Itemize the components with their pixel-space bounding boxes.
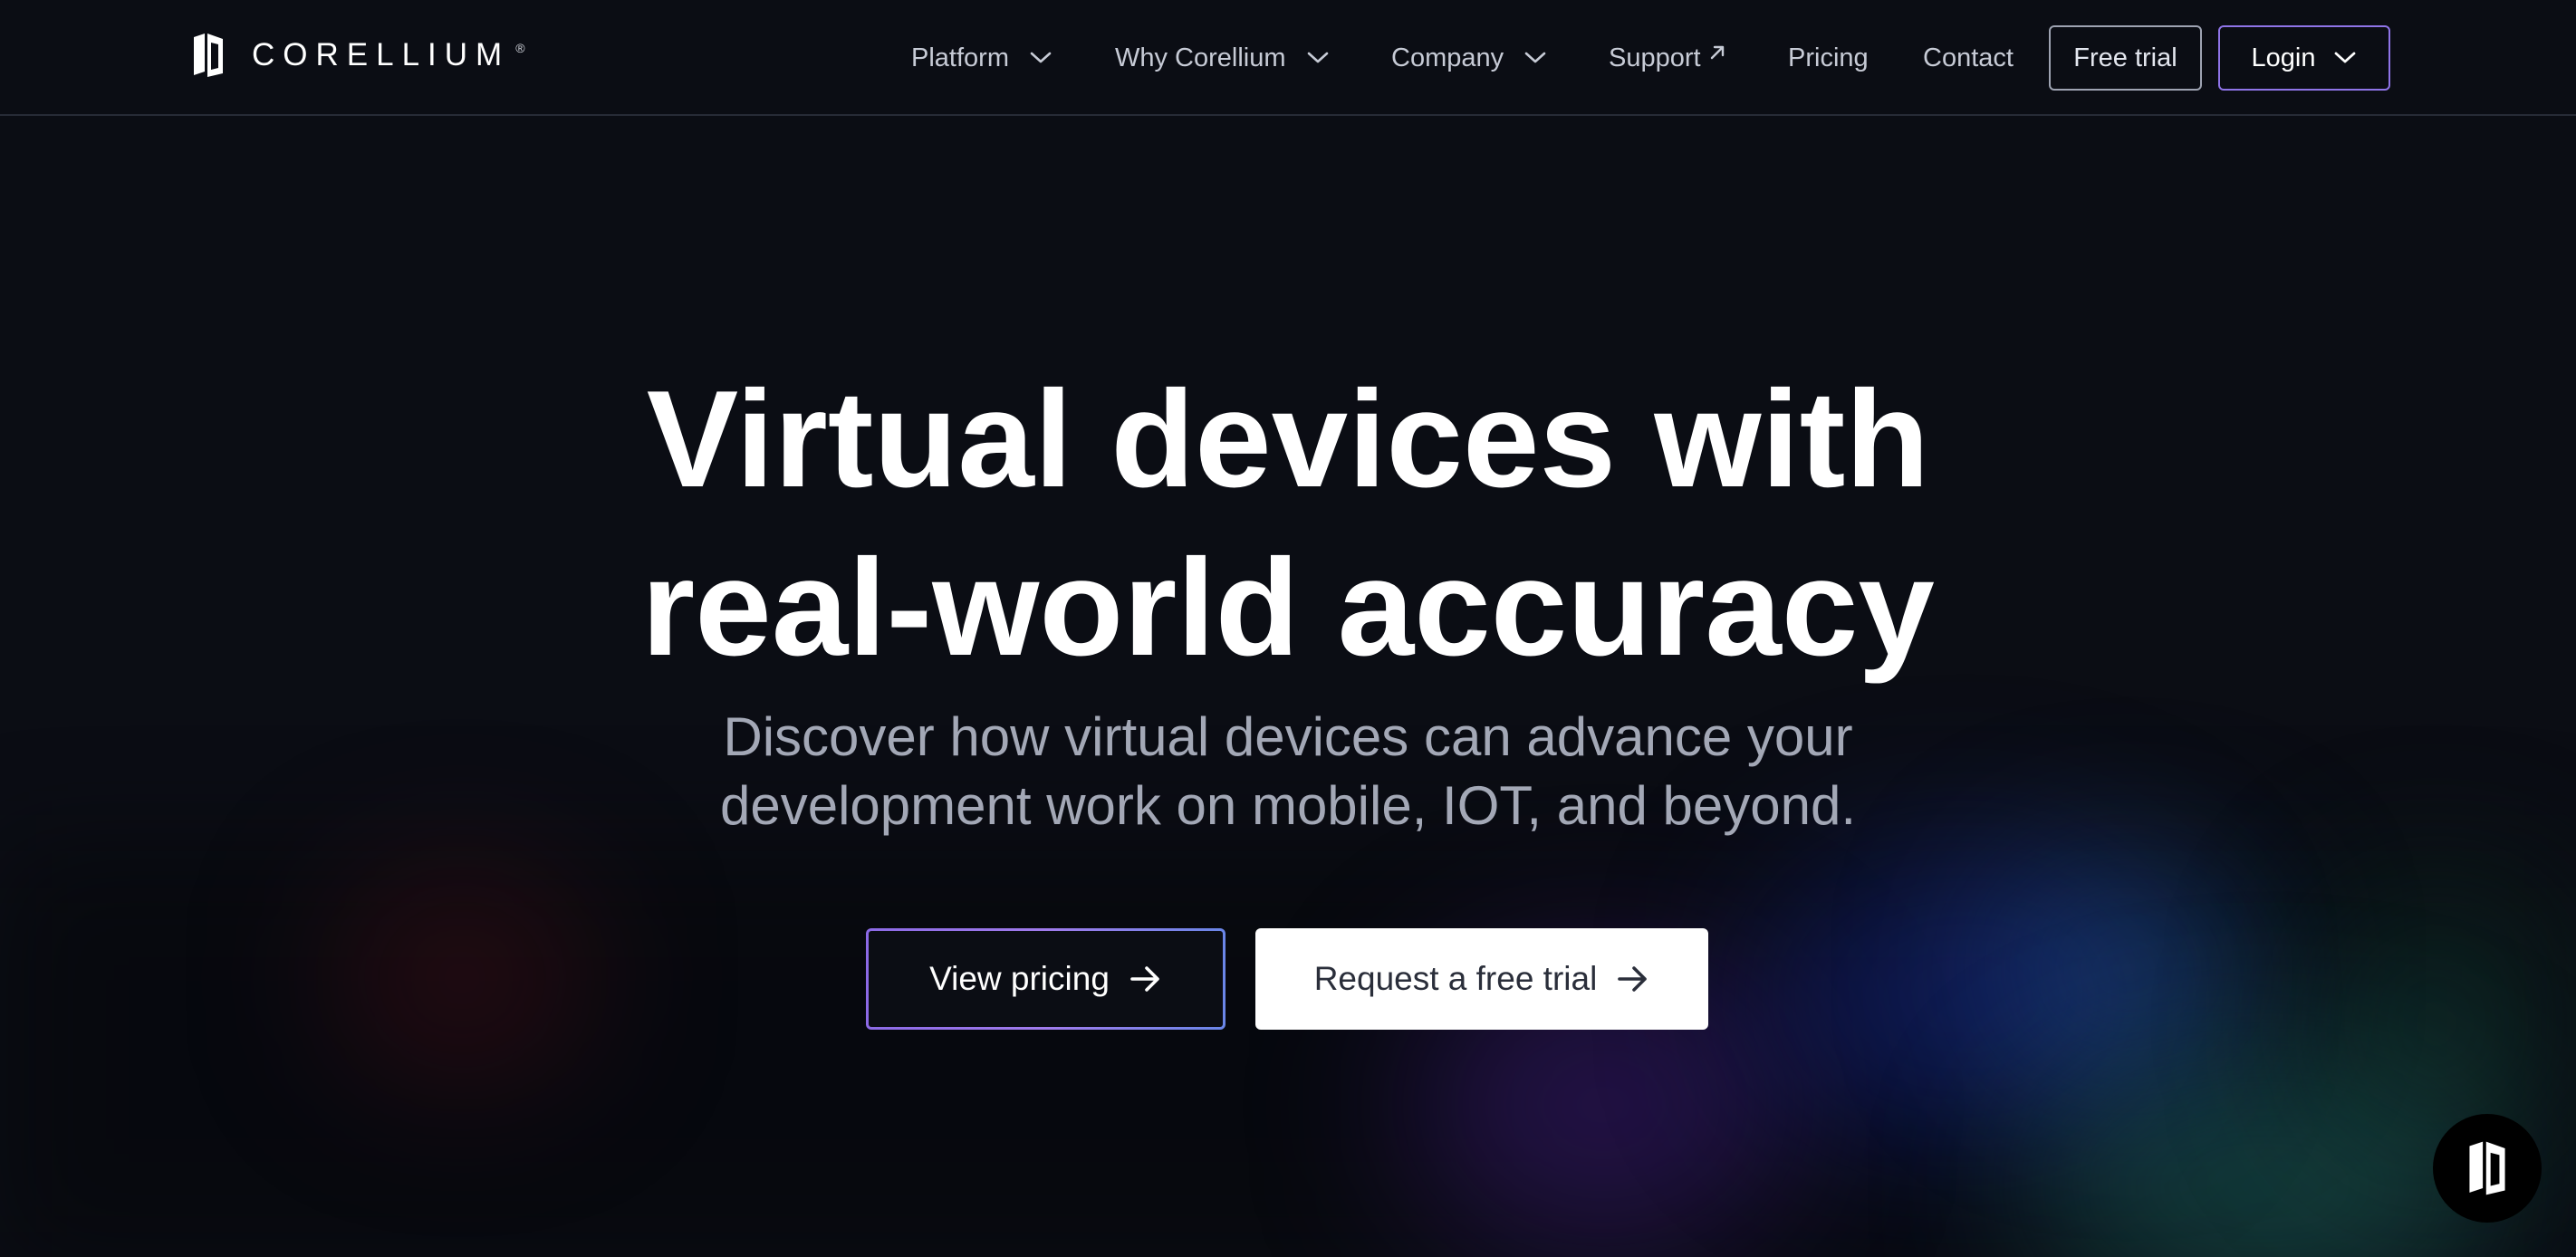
corellium-logo-icon xyxy=(194,34,223,77)
nav-why-corellium-label: Why Corellium xyxy=(1115,43,1286,72)
background-glow-red xyxy=(344,888,580,1069)
free-trial-button[interactable]: Free trial xyxy=(2049,25,2202,91)
nav-pricing-label: Pricing xyxy=(1788,43,1869,72)
request-free-trial-label: Request a free trial xyxy=(1313,960,1598,997)
hero-subtitle-line-2: development work on mobile, IOT, and bey… xyxy=(719,775,1857,836)
nav-contact-label: Contact xyxy=(1923,43,2014,72)
page: CORELLIUM ® Platform Why Corellium Compa… xyxy=(0,0,2576,1257)
request-free-trial-button[interactable]: Request a free trial xyxy=(1255,928,1708,1030)
hero-subtitle: Discover how virtual devices can advance… xyxy=(0,703,2576,840)
nav-support-label: Support xyxy=(1609,43,1701,72)
registered-mark: ® xyxy=(515,41,525,55)
chat-widget-icon xyxy=(2469,1141,2505,1195)
background-glow-light-blue xyxy=(1993,869,2264,1069)
chat-widget-button[interactable] xyxy=(2433,1114,2542,1223)
login-label: Login xyxy=(2251,43,2316,72)
nav-platform[interactable]: Platform xyxy=(911,40,1053,76)
nav-contact[interactable]: Contact xyxy=(1923,40,2014,76)
external-link-icon xyxy=(1710,45,1724,60)
chevron-down-icon xyxy=(2335,52,2356,63)
hero-heading: Virtual devices with real-world accuracy xyxy=(0,355,2576,692)
background-glow-green xyxy=(2319,888,2554,1159)
hero-heading-line-2: real-world accuracy xyxy=(641,531,1935,685)
background-glow-teal xyxy=(2029,1069,2500,1257)
nav-platform-label: Platform xyxy=(911,43,1009,72)
site-header: CORELLIUM ® Platform Why Corellium Compa… xyxy=(0,0,2576,116)
chevron-down-icon xyxy=(1524,52,1546,63)
background-glow-blue xyxy=(1757,851,2174,1141)
free-trial-label: Free trial xyxy=(2073,43,2177,72)
arrow-right-icon xyxy=(1130,966,1159,992)
nav-support[interactable]: Support xyxy=(1609,40,1726,76)
nav-pricing[interactable]: Pricing xyxy=(1788,40,1869,76)
hero-heading-line-1: Virtual devices with xyxy=(646,362,1930,516)
brand-name: CORELLIUM xyxy=(252,37,511,72)
nav-company[interactable]: Company xyxy=(1391,40,1547,76)
background-shade xyxy=(0,851,2576,1257)
hero-subtitle-line-1: Discover how virtual devices can advance… xyxy=(723,706,1853,767)
nav-company-label: Company xyxy=(1391,43,1504,72)
brand-logo[interactable]: CORELLIUM ® xyxy=(192,31,525,80)
chevron-down-icon xyxy=(1307,52,1328,63)
arrow-right-icon xyxy=(1618,966,1648,992)
chevron-down-icon xyxy=(1030,52,1052,63)
nav-why-corellium[interactable]: Why Corellium xyxy=(1115,40,1330,76)
login-button[interactable]: Login xyxy=(2218,25,2390,91)
view-pricing-button[interactable]: View pricing xyxy=(866,928,1226,1030)
view-pricing-label: View pricing xyxy=(929,960,1110,997)
